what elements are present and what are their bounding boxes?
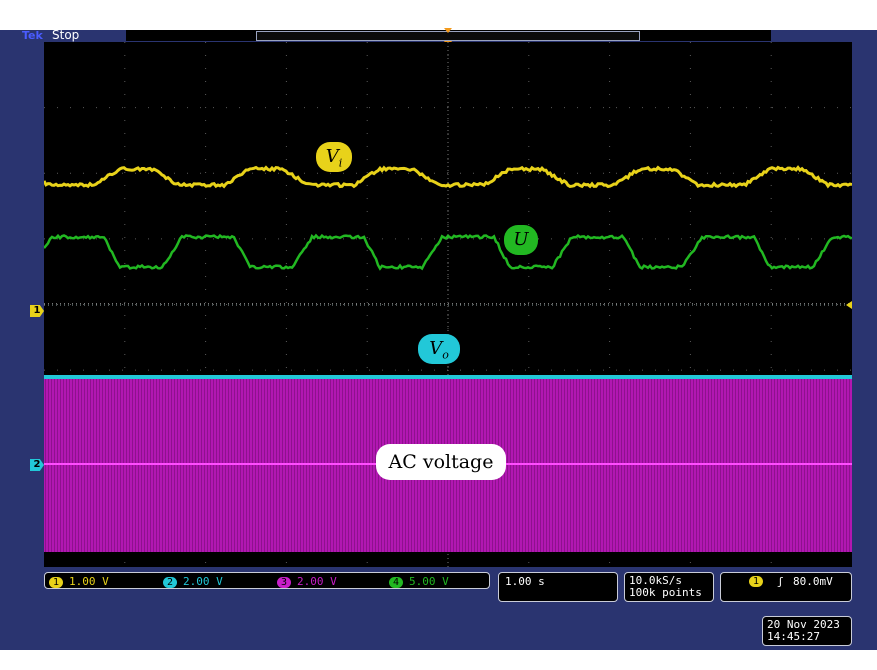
acquisition-status: Stop xyxy=(52,29,79,41)
ch4-scale[interactable]: 4 5.00 V xyxy=(389,575,449,588)
waveform-display xyxy=(44,42,852,567)
ch2-scale[interactable]: 2 2.00 V xyxy=(163,575,223,588)
ch3-badge: 3 xyxy=(277,577,291,588)
ch2-badge: 2 xyxy=(163,577,177,588)
timebase-readout[interactable]: 1.00 s xyxy=(498,572,618,602)
trigger-slope-icon: ʃ xyxy=(777,575,784,588)
acquisition-readout[interactable]: 10.0kS/s 100k points xyxy=(624,572,714,602)
u-label: U xyxy=(504,225,538,255)
ch4-badge: 4 xyxy=(389,577,403,588)
ch1-scale[interactable]: 1 1.00 V xyxy=(49,575,109,588)
ch3-scale[interactable]: 3 2.00 V xyxy=(277,575,337,588)
trigger-position-marker xyxy=(444,28,452,33)
graticule: Vi U Vo AC voltage xyxy=(44,42,852,567)
ac-voltage-label: AC voltage xyxy=(376,444,506,480)
datetime-readout: 20 Nov 2023 14:45:27 xyxy=(762,616,852,646)
vi-label: Vi xyxy=(316,142,352,172)
trigger-readout[interactable]: 1 ʃ 80.0mV xyxy=(720,572,852,602)
trigger-source-badge: 1 xyxy=(749,576,763,587)
ch1-badge: 1 xyxy=(49,577,63,588)
channel-scales-panel[interactable]: 1 1.00 V 2 2.00 V 3 2.00 V 4 5.00 V xyxy=(44,572,490,589)
vo-label: Vo xyxy=(418,334,460,364)
trigger-level-marker[interactable] xyxy=(846,301,852,309)
